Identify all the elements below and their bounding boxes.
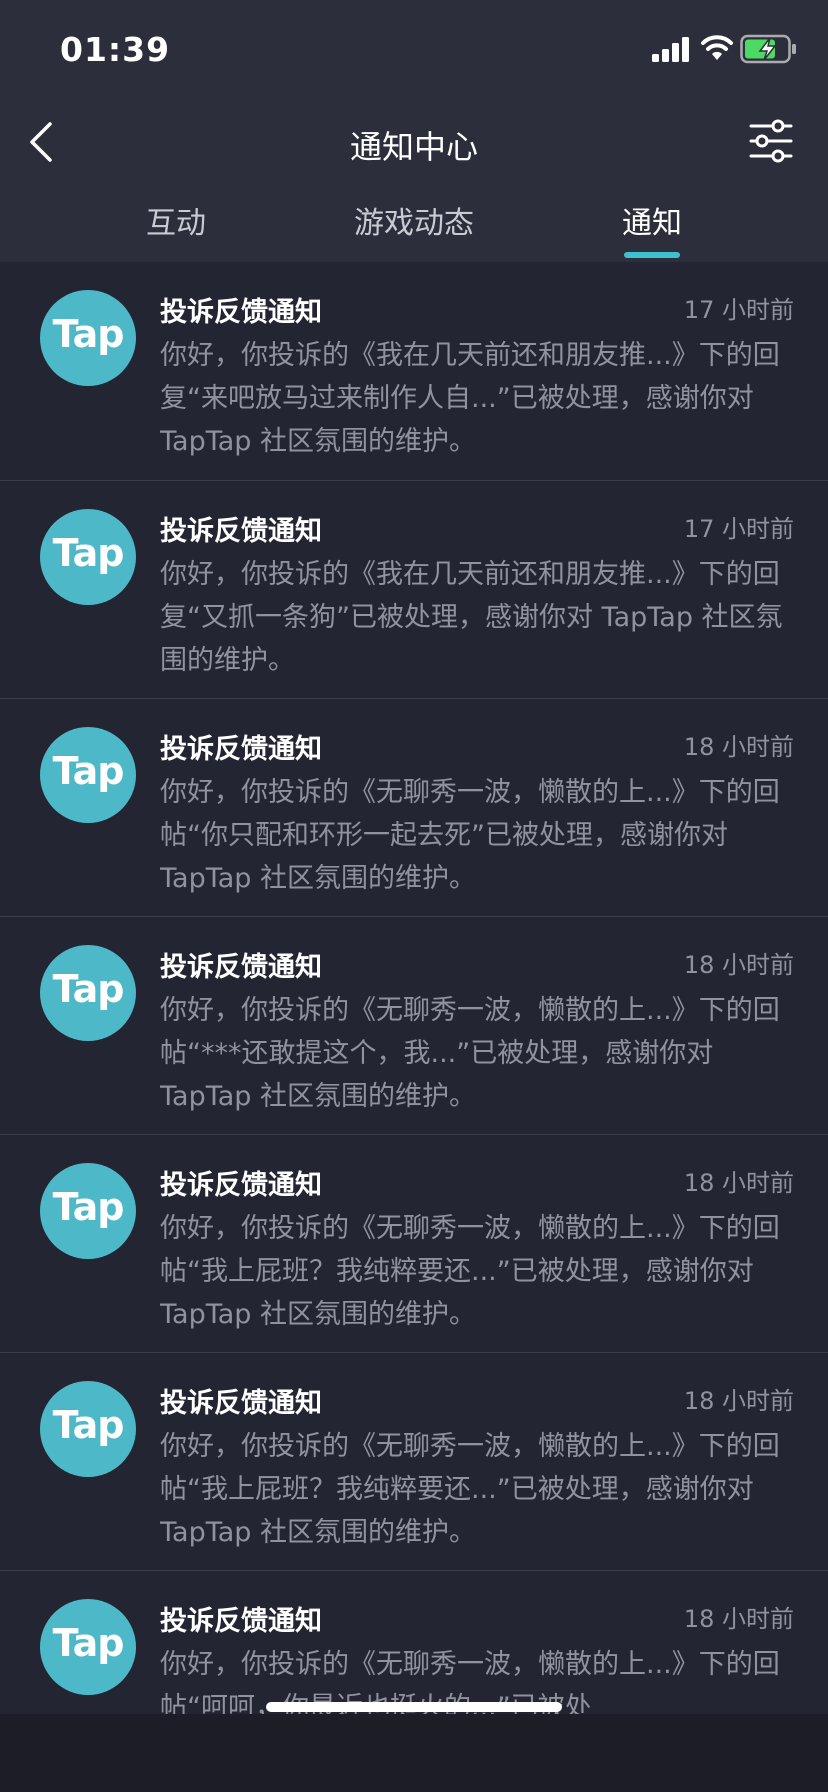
home-indicator[interactable] bbox=[266, 1702, 562, 1712]
active-tab-indicator bbox=[624, 252, 680, 258]
avatar-logo-text: Tap bbox=[52, 1621, 125, 1665]
cellular-signal-icon bbox=[652, 37, 689, 62]
avatar-logo-text: Tap bbox=[52, 967, 125, 1011]
item-time: 17 小时前 bbox=[683, 515, 794, 543]
item-time: 18 小时前 bbox=[683, 1387, 794, 1415]
item-title: 投诉反馈通知 bbox=[160, 734, 322, 765]
taptap-avatar: Tap bbox=[40, 727, 136, 823]
list-item[interactable]: Tap 投诉反馈通知 18 小时前 你好，你投诉的《无聊秀一波，懒散的上...》… bbox=[0, 698, 828, 916]
list-item[interactable]: Tap 投诉反馈通知 18 小时前 你好，你投诉的《无聊秀一波，懒散的上...》… bbox=[0, 1352, 828, 1570]
navigation-bar: 通知中心 bbox=[0, 100, 828, 190]
item-body: 你好，你投诉的《我在几天前还和朋友推...》下的回复“又抓一条狗”已被处理，感谢… bbox=[160, 559, 783, 676]
status-time: 01:39 bbox=[60, 30, 171, 69]
item-time: 18 小时前 bbox=[683, 1169, 794, 1197]
page-title: 通知中心 bbox=[349, 128, 478, 166]
tab-interaction[interactable]: 互动 bbox=[146, 198, 206, 242]
item-title: 投诉反馈通知 bbox=[160, 952, 322, 983]
avatar-logo-text: Tap bbox=[52, 1403, 125, 1447]
list-item[interactable]: Tap 投诉反馈通知 18 小时前 你好，你投诉的《无聊秀一波，懒散的上...》… bbox=[0, 916, 828, 1134]
item-body: 你好，你投诉的《无聊秀一波，懒散的上...》下的回帖“你只配和环形一起去死”已被… bbox=[160, 777, 780, 894]
phone-screen: 01:39 通知中心 互动 游戏动态 通知 Tap 投诉反馈通知 17 小时前 … bbox=[0, 0, 828, 1792]
item-title: 投诉反馈通知 bbox=[160, 1606, 322, 1637]
battery-charging-icon bbox=[740, 34, 796, 64]
item-body: 你好，你投诉的《无聊秀一波，懒散的上...》下的回帖“我上屁班？我纯粹要还...… bbox=[160, 1431, 780, 1548]
item-time: 17 小时前 bbox=[683, 296, 794, 324]
item-time: 18 小时前 bbox=[683, 733, 794, 761]
item-title: 投诉反馈通知 bbox=[160, 1388, 322, 1419]
item-title: 投诉反馈通知 bbox=[160, 297, 322, 328]
item-title: 投诉反馈通知 bbox=[160, 1170, 322, 1201]
taptap-avatar: Tap bbox=[40, 1599, 136, 1695]
avatar-logo-text: Tap bbox=[52, 1185, 125, 1229]
item-body: 你好，你投诉的《我在几天前还和朋友推...》下的回复“来吧放马过来制作人自...… bbox=[160, 340, 780, 457]
avatar-logo-text: Tap bbox=[52, 749, 125, 793]
wifi-icon bbox=[701, 35, 733, 60]
avatar-logo-text: Tap bbox=[52, 531, 125, 575]
list-item[interactable]: Tap 投诉反馈通知 17 小时前 你好，你投诉的《我在几天前还和朋友推...》… bbox=[0, 480, 828, 698]
tab-bar: 互动 游戏动态 通知 bbox=[0, 190, 828, 262]
item-title: 投诉反馈通知 bbox=[160, 516, 322, 547]
item-body: 你好，你投诉的《无聊秀一波，懒散的上...》下的回帖“我上屁班？我纯粹要还...… bbox=[160, 1213, 780, 1330]
taptap-avatar: Tap bbox=[40, 1381, 136, 1477]
status-bar: 01:39 bbox=[0, 0, 828, 100]
item-time: 18 小时前 bbox=[683, 1605, 794, 1633]
tab-game-news[interactable]: 游戏动态 bbox=[354, 198, 474, 242]
bottom-safe-area bbox=[0, 1714, 828, 1792]
item-time: 18 小时前 bbox=[683, 951, 794, 979]
taptap-avatar: Tap bbox=[40, 1163, 136, 1259]
taptap-avatar: Tap bbox=[40, 509, 136, 605]
avatar-logo-text: Tap bbox=[52, 312, 125, 356]
list-item[interactable]: Tap 投诉反馈通知 17 小时前 你好，你投诉的《我在几天前还和朋友推...》… bbox=[0, 262, 828, 480]
notification-list: Tap 投诉反馈通知 17 小时前 你好，你投诉的《我在几天前还和朋友推...》… bbox=[0, 262, 828, 1788]
list-item[interactable]: Tap 投诉反馈通知 18 小时前 你好，你投诉的《无聊秀一波，懒散的上...》… bbox=[0, 1134, 828, 1352]
item-body: 你好，你投诉的《无聊秀一波，懒散的上...》下的回帖“***还敢提这个，我...… bbox=[160, 995, 780, 1112]
filter-settings-icon[interactable] bbox=[748, 118, 794, 164]
tab-notifications[interactable]: 通知 bbox=[622, 198, 682, 242]
taptap-avatar: Tap bbox=[40, 945, 136, 1041]
taptap-avatar: Tap bbox=[40, 290, 136, 386]
